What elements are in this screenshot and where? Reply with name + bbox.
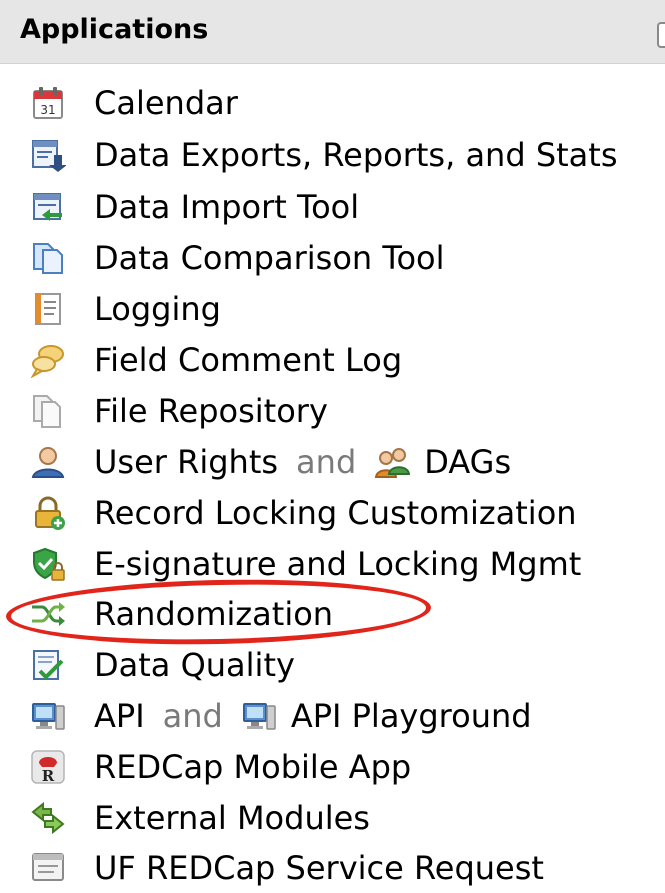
and-separator: and — [296, 443, 357, 481]
group-users-icon — [374, 444, 411, 480]
panel-title: Applications — [20, 14, 209, 45]
dags-link[interactable]: DAGs — [424, 443, 511, 481]
shield-lock-icon — [30, 546, 66, 582]
file-repository-icon — [30, 393, 66, 429]
app-link-data-comparison[interactable]: Data Comparison Tool — [30, 233, 445, 283]
user-rights-link[interactable]: User Rights — [94, 443, 278, 481]
api-link[interactable]: API — [94, 697, 145, 735]
app-link-record-locking[interactable]: Record Locking Customization — [30, 488, 577, 538]
app-label: Data Exports, Reports, and Stats — [94, 136, 618, 174]
data-import-icon — [30, 189, 66, 225]
lock-add-icon — [30, 495, 66, 531]
logging-icon — [30, 291, 66, 327]
data-quality-icon — [30, 647, 66, 683]
app-link-file-repository[interactable]: File Repository — [30, 386, 328, 436]
app-link-redcap-mobile[interactable]: R REDCap Mobile App — [30, 742, 411, 792]
and-separator: and — [162, 697, 223, 735]
data-comparison-icon — [30, 240, 66, 276]
app-label: External Modules — [94, 799, 370, 837]
app-link-api-and-playground: API and API Playground — [30, 691, 532, 741]
app-link-field-comment-log[interactable]: Field Comment Log — [30, 335, 402, 385]
app-link-user-rights-and-dags: User Rights and DAGs — [30, 437, 511, 487]
app-label: File Repository — [94, 392, 328, 430]
app-label: Logging — [94, 290, 221, 328]
app-link-calendar[interactable]: 31 Calendar — [30, 78, 238, 128]
app-link-logging[interactable]: Logging — [30, 284, 221, 334]
computer-icon — [30, 698, 66, 734]
app-label: Record Locking Customization — [94, 494, 577, 532]
app-label: UF REDCap Service Request — [94, 849, 544, 887]
randomization-arrows-icon — [30, 596, 66, 632]
comment-bubbles-icon — [30, 342, 66, 378]
computer-icon — [241, 698, 277, 734]
app-label: Data Comparison Tool — [94, 239, 445, 277]
app-link-data-import[interactable]: Data Import Tool — [30, 182, 359, 232]
app-label: Data Import Tool — [94, 188, 360, 226]
applications-panel-header: Applications — [0, 0, 665, 64]
app-label: Field Comment Log — [94, 341, 403, 379]
svg-text:R: R — [42, 767, 55, 785]
data-export-icon — [30, 137, 66, 173]
app-link-esignature[interactable]: E-signature and Locking Mgmt — [30, 539, 581, 589]
app-label: Data Quality — [94, 646, 295, 684]
app-label: Randomization — [94, 595, 334, 633]
api-playground-link[interactable]: API Playground — [291, 697, 532, 735]
user-icon — [30, 444, 66, 480]
app-link-randomization[interactable]: Randomization — [30, 589, 333, 639]
redcap-mobile-icon: R — [30, 749, 66, 785]
app-link-data-quality[interactable]: Data Quality — [30, 640, 295, 690]
puzzle-arrows-icon — [30, 800, 66, 836]
collapse-toggle-button[interactable] — [657, 22, 665, 48]
svg-text:31: 31 — [40, 103, 55, 117]
app-label: Calendar — [94, 84, 238, 122]
app-label: REDCap Mobile App — [94, 748, 412, 786]
calendar-icon: 31 — [30, 85, 66, 121]
app-link-external-modules[interactable]: External Modules — [30, 793, 370, 843]
service-request-icon — [30, 850, 66, 886]
app-label: E-signature and Locking Mgmt — [94, 545, 582, 583]
app-link-data-exports[interactable]: Data Exports, Reports, and Stats — [30, 130, 618, 180]
app-link-service-request[interactable]: UF REDCap Service Request — [30, 843, 544, 893]
